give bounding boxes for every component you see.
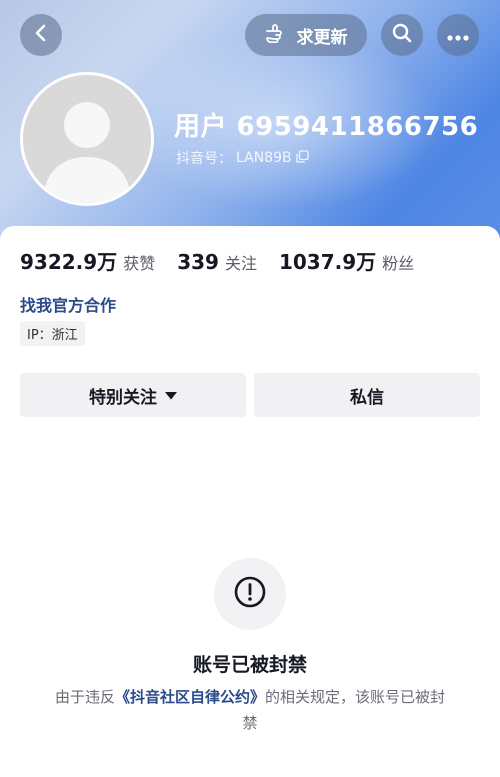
following-count[interactable]: 339	[177, 250, 219, 274]
banned-desc-prefix: 由于违反	[54, 688, 115, 706]
exclamation-circle-icon	[233, 575, 267, 613]
chevron-left-icon	[31, 23, 51, 47]
request-update-label: 求更新	[296, 27, 348, 48]
banned-desc-suffix: 的相关规定，该账号已被封禁	[242, 688, 446, 732]
followers-label[interactable]: 粉丝	[382, 250, 414, 274]
back-button[interactable]	[20, 14, 62, 56]
banned-notice-icon-wrap	[214, 558, 286, 630]
avatar[interactable]	[20, 72, 154, 206]
following-label[interactable]: 关注	[225, 250, 257, 274]
search-button[interactable]	[381, 14, 423, 56]
more-dots-icon	[447, 26, 469, 45]
request-update-button[interactable]: 求更新	[245, 14, 367, 56]
official-cooperation-link[interactable]: 找我官方合作	[20, 292, 116, 316]
profile-card: 9322.9万 获赞 339 关注 1037.9万 粉丝 找我官方合作 IP：浙…	[0, 226, 500, 777]
pointing-hand-icon	[265, 22, 289, 49]
douyin-id-value: LAN89B	[236, 150, 292, 166]
private-message-button[interactable]: 私信	[254, 373, 480, 417]
default-user-icon	[23, 75, 151, 203]
search-icon	[391, 22, 413, 48]
caret-down-icon	[165, 385, 177, 405]
douyin-id-label: 抖音号：	[176, 151, 232, 167]
likes-label: 获赞	[123, 254, 156, 273]
banned-title: 账号已被封禁	[192, 654, 307, 676]
douyin-id: 抖音号： LAN89B	[176, 148, 309, 168]
banned-description: 由于违反《抖音社区自律公约》的相关规定，该账号已被封禁	[48, 684, 452, 736]
special-follow-label: 特别关注	[89, 387, 157, 408]
private-message-label: 私信	[350, 387, 384, 408]
followers-count[interactable]: 1037.9万	[279, 246, 376, 275]
stats-row: 9322.9万 获赞 339 关注 1037.9万 粉丝	[20, 246, 436, 275]
special-follow-button[interactable]: 特别关注	[20, 373, 246, 417]
profile-username: 用户 6959411866756	[174, 112, 479, 142]
community-policy-link[interactable]: 《抖音社区自律公约》	[115, 688, 265, 706]
ip-location-tag: IP：浙江	[20, 321, 85, 346]
more-button[interactable]	[437, 14, 479, 56]
copy-icon[interactable]	[295, 149, 309, 167]
likes-count: 9322.9万	[20, 250, 118, 274]
